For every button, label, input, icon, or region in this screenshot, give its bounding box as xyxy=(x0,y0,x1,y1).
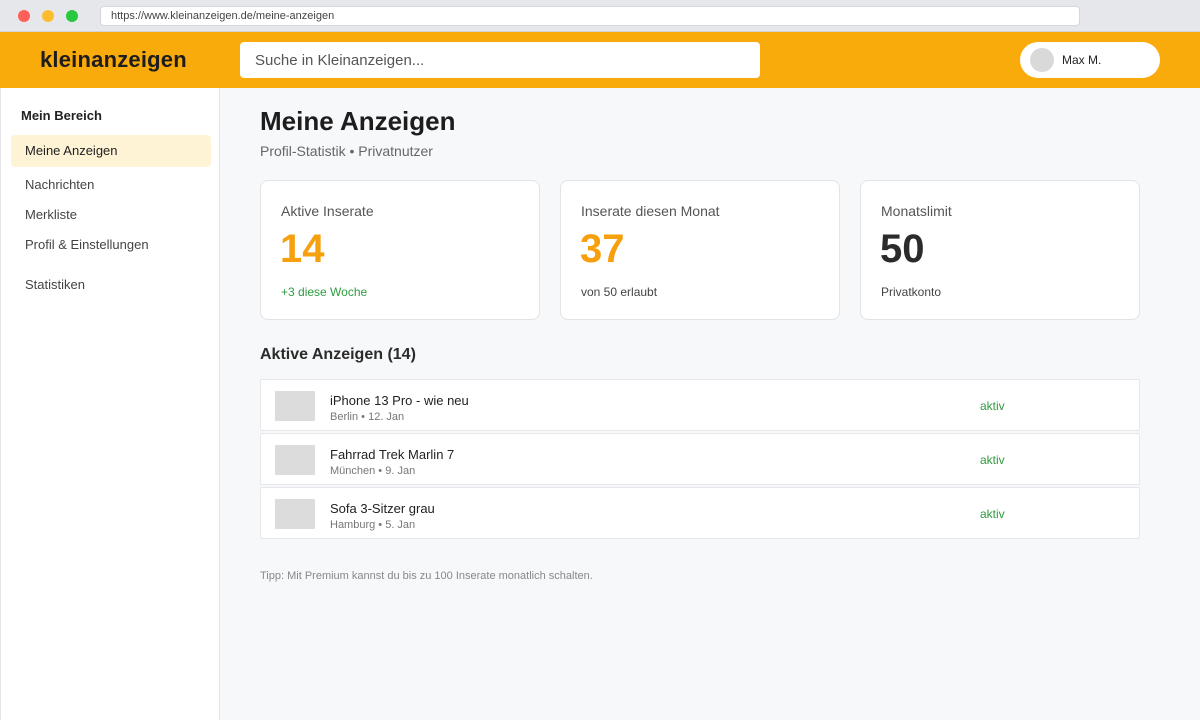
page-title: Meine Anzeigen xyxy=(260,106,456,136)
address-bar[interactable]: https://www.kleinanzeigen.de/meine-anzei… xyxy=(100,6,1080,26)
window-minimize-button[interactable] xyxy=(42,10,54,22)
site-header: kleinanzeigen Max M. xyxy=(0,32,1200,88)
stat-card-value: 14 xyxy=(280,227,325,271)
stat-card-active-listings: Aktive Inserate 14 +3 diese Woche xyxy=(260,180,540,320)
listing-meta: München • 9. Jan xyxy=(330,465,416,477)
listing-title: iPhone 13 Pro - wie neu xyxy=(330,393,469,408)
page-subtitle: Profil-Statistik • Privatnutzer xyxy=(260,143,433,159)
sidebar: Mein Bereich Meine Anzeigen Nachrichten … xyxy=(0,88,220,720)
stat-card-value: 37 xyxy=(580,227,625,271)
listing-meta: Berlin • 12. Jan xyxy=(330,411,405,423)
sidebar-item-profil-einstellungen[interactable]: Profil & Einstellungen xyxy=(11,229,211,261)
sidebar-item-merkliste[interactable]: Merkliste xyxy=(11,199,211,231)
listing-row[interactable]: Fahrrad Trek Marlin 7 München • 9. Jan a… xyxy=(260,433,1140,485)
premium-tip: Tipp: Mit Premium kannst du bis zu 100 I… xyxy=(260,570,593,582)
user-name: Max M. xyxy=(1062,53,1102,67)
user-menu-button[interactable]: Max M. xyxy=(1020,42,1160,78)
listing-status: aktiv xyxy=(980,507,1005,521)
window-maximize-button[interactable] xyxy=(66,10,78,22)
avatar xyxy=(1030,48,1054,72)
stat-card-note: von 50 erlaubt xyxy=(581,285,658,299)
listing-row[interactable]: iPhone 13 Pro - wie neu Berlin • 12. Jan… xyxy=(260,379,1140,431)
stat-card-label: Monatslimit xyxy=(881,203,952,219)
site-logo[interactable]: kleinanzeigen xyxy=(40,47,187,73)
sidebar-item-meine-anzeigen[interactable]: Meine Anzeigen xyxy=(11,135,211,167)
stat-card-monthly-limit: Monatslimit 50 Privatkonto xyxy=(860,180,1140,320)
listing-thumbnail xyxy=(275,445,315,475)
listing-row[interactable]: Sofa 3-Sitzer grau Hamburg • 5. Jan akti… xyxy=(260,487,1140,539)
listing-title: Fahrrad Trek Marlin 7 xyxy=(330,447,455,462)
stat-card-value: 50 xyxy=(880,227,925,271)
sidebar-title: Mein Bereich xyxy=(21,108,102,123)
search-input[interactable] xyxy=(240,42,760,78)
main-content: Meine Anzeigen Profil-Statistik • Privat… xyxy=(220,88,1200,720)
stat-card-monthly-listings: Inserate diesen Monat 37 von 50 erlaubt xyxy=(560,180,840,320)
stat-card-note: Privatkonto xyxy=(881,285,942,299)
sidebar-item-statistiken[interactable]: Statistiken xyxy=(11,269,211,301)
listing-thumbnail xyxy=(275,499,315,529)
stat-card-label: Aktive Inserate xyxy=(281,203,374,219)
browser-chrome: https://www.kleinanzeigen.de/meine-anzei… xyxy=(0,0,1200,32)
window-close-button[interactable] xyxy=(18,10,30,22)
stat-card-note: +3 diese Woche xyxy=(281,285,368,299)
sidebar-item-nachrichten[interactable]: Nachrichten xyxy=(11,169,211,201)
listing-thumbnail xyxy=(275,391,315,421)
listing-title: Sofa 3-Sitzer grau xyxy=(330,501,435,516)
section-title: Aktive Anzeigen (14) xyxy=(260,346,416,363)
listing-status: aktiv xyxy=(980,399,1005,413)
listing-status: aktiv xyxy=(980,453,1005,467)
listing-meta: Hamburg • 5. Jan xyxy=(330,519,416,531)
stat-card-label: Inserate diesen Monat xyxy=(581,203,720,219)
